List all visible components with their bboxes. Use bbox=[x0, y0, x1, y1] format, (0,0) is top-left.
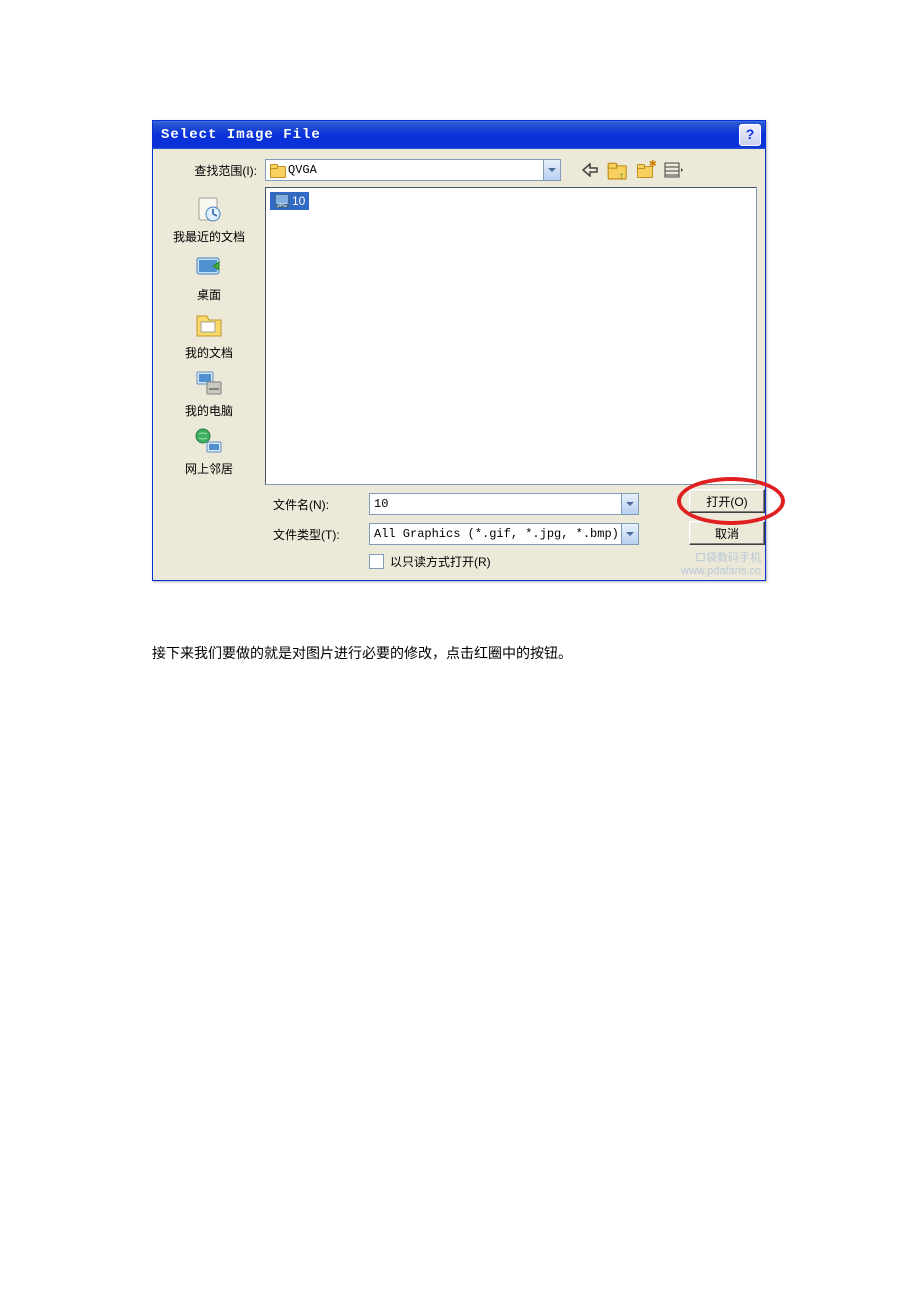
open-button[interactable]: 打开(O) bbox=[689, 489, 765, 513]
my-documents-icon bbox=[193, 310, 225, 342]
svg-text:JPG: JPG bbox=[277, 203, 287, 209]
folder-icon bbox=[270, 164, 284, 176]
lookin-label: 查找范围(I): bbox=[161, 162, 265, 179]
views-button[interactable] bbox=[663, 159, 685, 181]
filename-input[interactable]: 10 bbox=[369, 493, 639, 515]
my-computer-icon bbox=[193, 368, 225, 400]
chevron-down-icon[interactable] bbox=[621, 524, 638, 544]
recent-documents-icon bbox=[193, 194, 225, 226]
places-network[interactable]: 网上邻居 bbox=[159, 423, 259, 479]
places-my-documents[interactable]: 我的文档 bbox=[159, 307, 259, 363]
cancel-button[interactable]: 取消 bbox=[689, 521, 765, 545]
desktop-icon bbox=[193, 252, 225, 284]
help-button[interactable]: ? bbox=[739, 124, 761, 146]
file-item[interactable]: JPG 10 bbox=[270, 192, 309, 210]
dialog-titlebar[interactable]: Select Image File ? bbox=[153, 121, 765, 149]
chevron-down-icon[interactable] bbox=[543, 160, 560, 180]
filename-label: 文件名(N): bbox=[273, 496, 369, 513]
readonly-label: 以只读方式打开(R) bbox=[390, 553, 491, 570]
places-bar: 我最近的文档 桌面 bbox=[153, 187, 265, 485]
file-list-view[interactable]: JPG 10 bbox=[265, 187, 757, 485]
file-open-dialog: Select Image File ? 查找范围(I): QVGA ↑ bbox=[152, 120, 766, 581]
filetype-combo[interactable]: All Graphics (*.gif, *.jpg, *.bmp) bbox=[369, 523, 639, 545]
places-recent-documents[interactable]: 我最近的文档 bbox=[159, 191, 259, 247]
lookin-value: QVGA bbox=[288, 163, 317, 177]
file-item-label: 10 bbox=[292, 194, 305, 208]
filetype-label: 文件类型(T): bbox=[273, 526, 369, 543]
back-button[interactable] bbox=[579, 159, 601, 181]
places-desktop[interactable]: 桌面 bbox=[159, 249, 259, 305]
places-my-computer[interactable]: 我的电脑 bbox=[159, 365, 259, 421]
new-folder-button[interactable]: ✱ bbox=[635, 159, 657, 181]
dialog-title: Select Image File bbox=[161, 127, 739, 143]
lookin-combo[interactable]: QVGA bbox=[265, 159, 561, 181]
filetype-value: All Graphics (*.gif, *.jpg, *.bmp) bbox=[374, 527, 619, 541]
instruction-caption: 接下来我们要做的就是对图片进行必要的修改，点击红圈中的按钮。 bbox=[152, 643, 920, 663]
jpg-file-icon: JPG bbox=[274, 193, 290, 209]
filename-value: 10 bbox=[374, 497, 388, 511]
watermark: 口袋数码手机 www.pdafans.co bbox=[681, 552, 761, 578]
chevron-down-icon[interactable] bbox=[621, 494, 638, 514]
readonly-checkbox[interactable] bbox=[369, 554, 384, 569]
network-icon bbox=[193, 426, 225, 458]
up-one-level-button[interactable]: ↑ bbox=[607, 159, 629, 181]
